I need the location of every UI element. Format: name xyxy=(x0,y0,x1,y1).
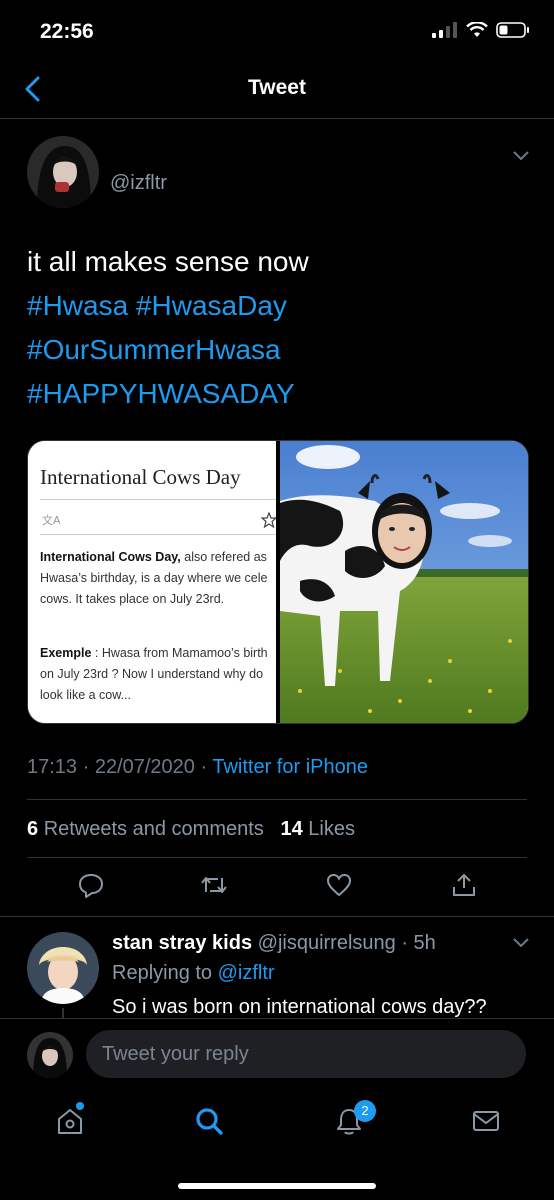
chevron-down-icon[interactable] xyxy=(512,150,530,162)
media-image-cow-photo[interactable] xyxy=(280,441,528,723)
wiki-title: International Cows Day xyxy=(40,465,241,489)
reply-author-name[interactable]: stan stray kids xyxy=(112,932,252,954)
wiki-paragraph-line: International Cows Day, also refered as xyxy=(40,550,267,564)
author-avatar[interactable] xyxy=(27,136,99,208)
hashtag-line[interactable]: #Hwasa #HwasaDay xyxy=(27,284,309,328)
retweets-label[interactable]: Retweets and comments xyxy=(44,818,264,840)
reply-handle-time: @jisquirrelsung · 5h xyxy=(252,932,436,954)
search-icon[interactable] xyxy=(194,1106,224,1136)
notifications-badge: 2 xyxy=(354,1100,376,1122)
divider xyxy=(27,799,527,800)
wiki-divider xyxy=(40,534,276,535)
reply-author-avatar[interactable] xyxy=(27,932,99,1004)
wiki-paragraph-line: cows. It takes place on July 23rd. xyxy=(40,592,225,606)
home-icon[interactable] xyxy=(55,1106,85,1136)
retweet-icon[interactable] xyxy=(200,872,228,898)
divider xyxy=(0,916,554,917)
likes-count[interactable]: 14 xyxy=(280,818,302,840)
wiki-paragraph-line: Exemple : Hwasa from Mamamoo’s birth xyxy=(40,646,268,660)
chevron-down-icon[interactable] xyxy=(512,937,530,949)
status-time: 22:56 xyxy=(40,20,94,43)
home-indicator xyxy=(178,1183,376,1189)
home-new-indicator xyxy=(76,1102,84,1110)
media-image-wiki-screenshot[interactable]: International Cows Day 文A International … xyxy=(28,441,276,723)
reply-header: stan stray kids @jisquirrelsung · 5h xyxy=(112,932,436,955)
reply-text: So i was born on international cows day?… xyxy=(112,996,487,1018)
tweet-time: 17:13 · 22/07/2020 · xyxy=(27,756,213,778)
tweet-source-link[interactable]: Twitter for iPhone xyxy=(212,756,368,778)
author-handle[interactable]: @izfltr xyxy=(110,172,167,195)
svg-text:文A: 文A xyxy=(42,513,60,527)
cellular-signal-icon xyxy=(432,22,457,38)
hashtag-line[interactable]: #HAPPYHWASADAY xyxy=(27,372,309,416)
replying-to-label: Replying to xyxy=(112,962,218,984)
wiki-paragraph-line: look like a cow... xyxy=(40,688,132,702)
replying-to-handle[interactable]: @izfltr xyxy=(218,962,275,984)
replying-to: Replying to @izfltr xyxy=(112,962,275,985)
tweet-stats: 6 Retweets and comments 14 Likes xyxy=(27,818,355,841)
share-icon[interactable] xyxy=(451,872,477,898)
retweets-count[interactable]: 6 xyxy=(27,818,38,840)
wiki-paragraph-line: on July 23rd ? Now I understand why do xyxy=(40,667,264,681)
header-title: Tweet xyxy=(248,76,306,99)
reply-input[interactable] xyxy=(86,1030,526,1078)
navigation-header: Tweet xyxy=(0,60,554,119)
tweet-media[interactable]: International Cows Day 文A International … xyxy=(27,440,529,724)
likes-label[interactable]: Likes xyxy=(308,818,355,840)
tweet-text: it all makes sense now #Hwasa #HwasaDay … xyxy=(27,240,309,416)
tweet-text-line: it all makes sense now xyxy=(27,246,309,277)
compose-avatar xyxy=(27,1032,73,1078)
status-icons xyxy=(432,22,530,38)
divider xyxy=(27,857,527,858)
reply-icon[interactable] xyxy=(78,872,104,898)
tweet-actions xyxy=(0,872,554,904)
battery-icon xyxy=(496,22,529,38)
messages-mail-icon[interactable] xyxy=(471,1106,501,1136)
wiki-divider xyxy=(40,499,276,500)
tweet-timestamp: 17:13 · 22/07/2020 · Twitter for iPhone xyxy=(27,756,368,779)
wiki-paragraph-line: Hwasa’s birthday, is a day where we cele xyxy=(40,571,268,585)
like-heart-icon[interactable] xyxy=(326,872,352,898)
translate-icon: 文A xyxy=(42,513,60,527)
hashtag-line[interactable]: #OurSummerHwasa xyxy=(27,328,309,372)
star-icon xyxy=(261,512,276,528)
wifi-icon xyxy=(466,22,488,37)
